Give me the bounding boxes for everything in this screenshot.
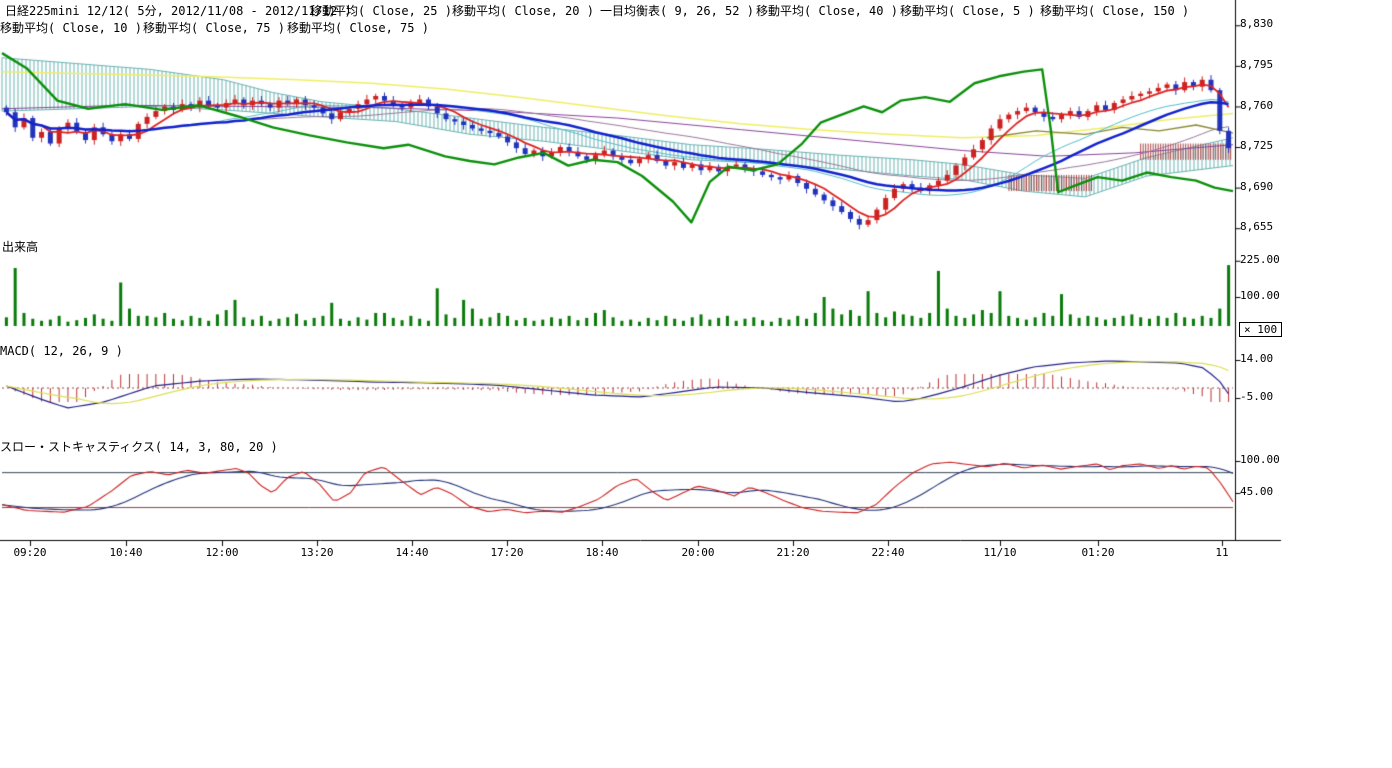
legend-symbol-period: 日経225mini 12/12( 5分, 2012/11/08 - 2012/1… — [5, 4, 352, 18]
legend-ma20: 移動平均( Close, 20 ) — [452, 4, 594, 18]
legend-ma75-b: 移動平均( Close, 75 ) — [287, 21, 429, 35]
macd-axis-label: -5.00 — [1240, 391, 1273, 403]
price-axis-label: 8,830 — [1240, 18, 1273, 30]
time-axis-label: 13:20 — [293, 547, 341, 559]
time-axis-label: 21:20 — [769, 547, 817, 559]
legend-ma25: 移動平均( Close, 25 ) — [310, 4, 452, 18]
stoch-pane-title: スロー・ストキャスティクス( 14, 3, 80, 20 ) — [0, 440, 278, 454]
time-axis-label: 14:40 — [388, 547, 436, 559]
time-axis-label: 18:40 — [578, 547, 626, 559]
legend-ma40: 移動平均( Close, 40 ) — [756, 4, 898, 18]
time-axis-label: 11 — [1198, 547, 1246, 559]
legend-ma150: 移動平均( Close, 150 ) — [1040, 4, 1189, 18]
price-axis-label: 8,725 — [1240, 140, 1273, 152]
legend-ma75-a: 移動平均( Close, 75 ) — [143, 21, 285, 35]
volume-axis-label: 100.00 — [1240, 290, 1280, 302]
macd-pane-title: MACD( 12, 26, 9 ) — [0, 344, 123, 358]
volume-axis-label: 225.00 — [1240, 254, 1280, 266]
time-axis-label: 12:00 — [198, 547, 246, 559]
time-axis-label: 01:20 — [1074, 547, 1122, 559]
chart-window: 日経225mini 12/12( 5分, 2012/11/08 - 2012/1… — [0, 0, 1392, 768]
price-axis-label: 8,760 — [1240, 100, 1273, 112]
time-axis-label: 11/10 — [976, 547, 1024, 559]
legend-ma5: 移動平均( Close, 5 ) — [900, 4, 1035, 18]
time-axis-label: 17:20 — [483, 547, 531, 559]
macd-axis-label: 14.00 — [1240, 353, 1273, 365]
stoch-axis-label: 100.00 — [1240, 454, 1280, 466]
volume-pane-title: 出来高 — [2, 240, 38, 254]
price-axis-label: 8,690 — [1240, 181, 1273, 193]
legend-ichimoku: 一目均衡表( 9, 26, 52 ) — [600, 4, 754, 18]
legend-ma10: 移動平均( Close, 10 ) — [0, 21, 142, 35]
time-axis-label: 10:40 — [102, 547, 150, 559]
price-axis-label: 8,655 — [1240, 221, 1273, 233]
price-axis-label: 8,795 — [1240, 59, 1273, 71]
volume-unit-box: × 100 — [1239, 322, 1282, 337]
time-axis-label: 22:40 — [864, 547, 912, 559]
chart-canvas[interactable] — [0, 0, 1392, 600]
time-axis-label: 20:00 — [674, 547, 722, 559]
time-axis-label: 09:20 — [6, 547, 54, 559]
stoch-axis-label: 45.00 — [1240, 486, 1273, 498]
